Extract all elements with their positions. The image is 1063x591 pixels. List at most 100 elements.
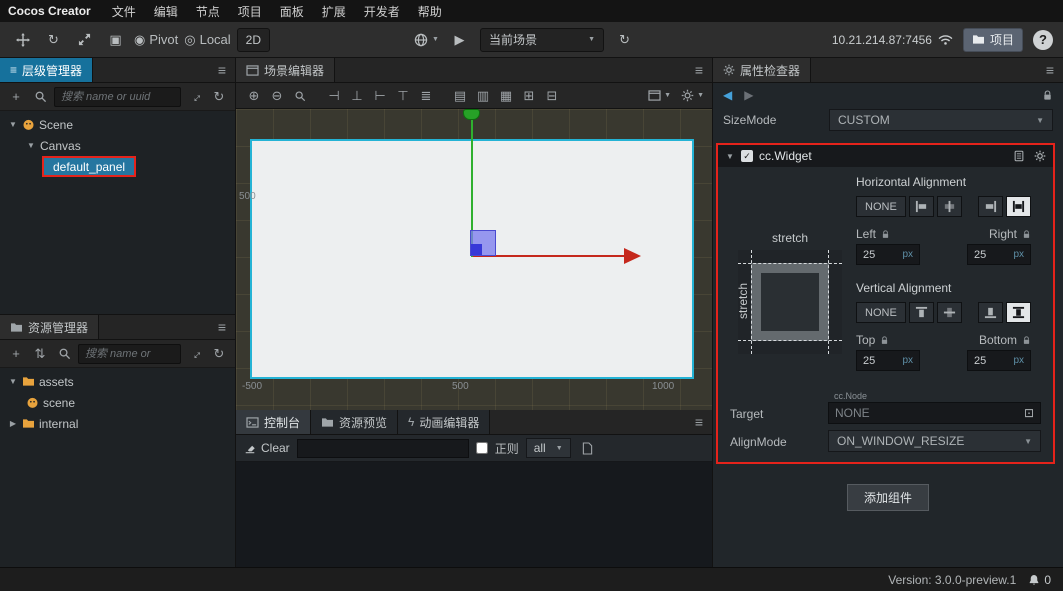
same-width-icon[interactable]: ⊞ [519, 86, 539, 106]
lock-icon[interactable] [881, 229, 890, 239]
tree-item-canvas[interactable]: ▼ Canvas [0, 135, 235, 156]
export-log-button[interactable] [578, 438, 598, 458]
caret-down-icon[interactable]: ▼ [725, 152, 735, 161]
h-align-left-button[interactable] [908, 196, 934, 217]
rect-tool-button[interactable]: ▣ [103, 28, 128, 52]
tab-scene-editor[interactable]: 场景编辑器 [236, 58, 336, 82]
assets-panel-menu-icon[interactable]: ≡ [209, 319, 235, 335]
caret-down-icon[interactable]: ▼ [8, 120, 18, 129]
menu-project[interactable]: 项目 [229, 3, 271, 20]
hierarchy-panel-menu-icon[interactable]: ≡ [209, 62, 235, 78]
platform-globe-button[interactable]: ▼ [414, 28, 439, 52]
log-level-dropdown[interactable]: all ▼ [525, 438, 571, 458]
hierarchy-search-input[interactable] [54, 86, 181, 107]
node-anchor-handle[interactable] [471, 244, 482, 255]
lock-icon[interactable] [1042, 89, 1053, 101]
alignmode-dropdown[interactable]: ON_WINDOW_RESIZE ▼ [828, 430, 1041, 452]
tree-item-internal[interactable]: ▶ internal [0, 413, 235, 434]
scene-search-button[interactable] [290, 86, 310, 106]
rotate-tool-button[interactable]: ↻ [41, 28, 66, 52]
docs-icon[interactable] [1013, 150, 1025, 162]
tab-animation-editor[interactable]: ϟ 动画编辑器 [398, 410, 491, 434]
widget-component-header[interactable]: ▼ ✓ cc.Widget [718, 145, 1053, 167]
assets-refresh-button[interactable]: ↻ [209, 344, 229, 364]
menu-panel[interactable]: 面板 [271, 3, 313, 20]
inspector-panel-menu-icon[interactable]: ≡ [1037, 62, 1063, 78]
menu-extension[interactable]: 扩展 [313, 3, 355, 20]
h-align-none-button[interactable]: NONE [856, 196, 906, 217]
node-picker-icon[interactable]: ⊡ [1024, 406, 1034, 420]
gizmo-x-arrowhead[interactable] [624, 248, 641, 264]
move-tool-button[interactable] [10, 28, 35, 52]
v-align-top-button[interactable] [908, 302, 934, 323]
expand-collapse-button[interactable]: ↔ [185, 87, 205, 107]
left-value-input[interactable] [863, 248, 889, 261]
v-align-bottom-button[interactable] [977, 302, 1003, 323]
menu-edit[interactable]: 编辑 [145, 3, 187, 20]
target-node-field[interactable]: NONE ⊡ [828, 402, 1041, 424]
align-middle-v-icon[interactable]: ▥ [473, 86, 493, 106]
same-height-icon[interactable]: ⊟ [542, 86, 562, 106]
selected-node-rect[interactable] [470, 230, 496, 256]
help-button[interactable]: ? [1033, 29, 1053, 50]
regex-checkbox[interactable] [475, 442, 488, 454]
widget-enabled-checkbox[interactable]: ✓ [741, 150, 753, 162]
play-button[interactable]: ▶ [447, 28, 472, 52]
gear-icon[interactable] [1034, 150, 1046, 162]
gizmo-y-handle[interactable] [463, 109, 480, 120]
local-button[interactable]: ◎ Local [184, 28, 230, 52]
same-size-icon[interactable]: ▦ [496, 86, 516, 106]
tree-item-scene[interactable]: ▼ Scene [0, 114, 235, 135]
zoom-in-button[interactable]: ⊕ [244, 86, 264, 106]
lock-icon[interactable] [880, 335, 889, 345]
align-left-icon[interactable]: ⊣ [324, 86, 344, 106]
lock-icon[interactable] [1022, 229, 1031, 239]
clear-console-button[interactable]: Clear [244, 441, 290, 455]
zoom-out-button[interactable]: ⊖ [267, 86, 287, 106]
align-bottom-icon[interactable]: ⊥ [347, 86, 367, 106]
menu-node[interactable]: 节点 [187, 3, 229, 20]
hierarchy-search-filter-button[interactable] [30, 87, 50, 107]
pivot-button[interactable]: ◉ Pivot [134, 28, 178, 52]
hierarchy-refresh-button[interactable]: ↻ [209, 87, 229, 107]
align-right-icon[interactable]: ⊢ [370, 86, 390, 106]
create-asset-button[interactable]: + [6, 344, 26, 364]
tab-console[interactable]: 控制台 [236, 410, 312, 434]
gizmo-display-dropdown[interactable]: ▼ [648, 86, 671, 106]
refresh-scene-button[interactable]: ↻ [612, 28, 637, 52]
h-align-right-button[interactable] [977, 196, 1003, 217]
align-top-icon[interactable]: ⊤ [393, 86, 413, 106]
lock-icon[interactable] [1022, 335, 1031, 345]
menu-help[interactable]: 帮助 [409, 3, 451, 20]
console-panel-menu-icon[interactable]: ≡ [686, 414, 712, 430]
nav-back-icon[interactable]: ◀ [723, 88, 732, 102]
top-value-input[interactable] [863, 354, 889, 367]
tree-item-scene-asset[interactable]: scene [0, 392, 235, 413]
assets-collapse-button[interactable]: ↔ [185, 344, 205, 364]
assets-search-input[interactable] [78, 343, 181, 364]
distribute-icon[interactable]: ≣ [416, 86, 436, 106]
v-align-none-button[interactable]: NONE [856, 302, 906, 323]
tab-asset-preview[interactable]: 资源预览 [311, 410, 399, 434]
console-filter-input[interactable] [296, 438, 469, 458]
tab-assets[interactable]: 资源管理器 [0, 315, 100, 339]
menu-developer[interactable]: 开发者 [355, 3, 409, 20]
open-project-button[interactable]: 项目 [962, 27, 1023, 52]
sort-assets-button[interactable]: ⇅ [30, 344, 50, 364]
tab-inspector[interactable]: 属性检查器 [713, 58, 812, 82]
align-center-h-icon[interactable]: ▤ [450, 86, 470, 106]
v-align-middle-button[interactable] [936, 302, 962, 323]
scene-selector-dropdown[interactable]: 当前场景 ▼ [480, 27, 605, 52]
caret-down-icon[interactable]: ▼ [8, 377, 18, 386]
h-align-stretch-button[interactable] [1005, 196, 1031, 217]
bottom-value-input[interactable] [974, 354, 1000, 367]
h-align-center-button[interactable] [936, 196, 962, 217]
scene-viewport[interactable]: 500 -500 500 1000 [236, 109, 712, 410]
v-align-stretch-button[interactable] [1005, 302, 1031, 323]
assets-search-filter-button[interactable] [54, 344, 74, 364]
scene-panel-menu-icon[interactable]: ≡ [686, 62, 712, 78]
tab-hierarchy[interactable]: ≡ 层级管理器 [0, 58, 94, 82]
menu-file[interactable]: 文件 [103, 3, 145, 20]
create-node-button[interactable]: + [6, 87, 26, 107]
nav-forward-icon[interactable]: ▶ [744, 88, 753, 102]
